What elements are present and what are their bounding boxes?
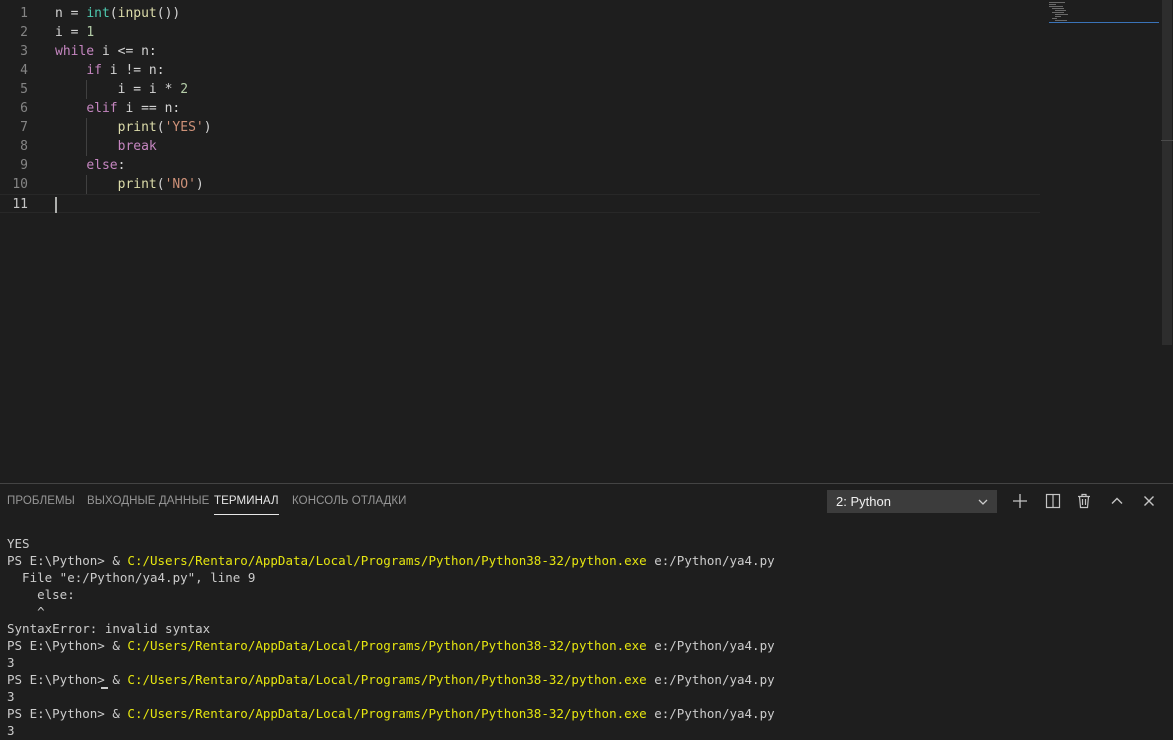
terminal-line: 3 <box>7 655 15 670</box>
line-number: 11 <box>12 197 28 212</box>
overview-ruler-mark <box>1161 140 1173 141</box>
tab-debug-console[interactable]: КОНСОЛЬ ОТЛАДКИ <box>292 495 407 507</box>
text-cursor <box>55 197 57 213</box>
code-line[interactable]: 10 print('NO') <box>0 175 1040 194</box>
kill-terminal-button[interactable] <box>1074 491 1094 511</box>
line-number: 9 <box>20 158 28 173</box>
close-icon <box>1144 496 1154 506</box>
tab-output[interactable]: ВЫХОДНЫЕ ДАННЫЕ <box>87 495 209 507</box>
terminal-cursor <box>101 687 108 689</box>
line-number: 4 <box>20 63 28 78</box>
chevron-up-icon <box>1111 497 1123 504</box>
code-text: if i != n: <box>86 63 165 78</box>
split-icon <box>1045 493 1061 509</box>
code-line[interactable]: 4 if i != n: <box>0 61 1040 80</box>
terminal-line: PS E:\Python> & C:/Users/Rentaro/AppData… <box>7 672 775 687</box>
editor-scrollbar[interactable] <box>1161 0 1173 483</box>
code-text: break <box>117 139 157 154</box>
code-line[interactable]: 3 while i <= n: <box>0 42 1040 61</box>
indent-guide <box>86 175 87 194</box>
code-line[interactable]: 7 print('YES') <box>0 118 1040 137</box>
code-line[interactable]: 6 elif i == n: <box>0 99 1040 118</box>
code-editor[interactable]: 1 n = int(input()) 2 i = 1 3 while i <= n: 4 i… <box>0 0 1173 483</box>
trash-icon <box>1078 493 1090 509</box>
bottom-panel: ПРОБЛЕМЫ ВЫХОДНЫЕ ДАННЫЕ ТЕРМИНАЛ КОНСОЛ… <box>0 483 1173 740</box>
code-text: elif i == n: <box>86 101 181 116</box>
line-number: 2 <box>20 25 28 40</box>
terminal-line: 3 <box>7 723 15 738</box>
code-text: n = int(input()) <box>55 6 181 21</box>
plus-icon <box>1013 494 1027 508</box>
chevron-down-icon <box>976 494 990 508</box>
indent-guide <box>86 118 87 156</box>
terminal-select-value: 2: Python <box>836 494 891 509</box>
code-line[interactable]: 9 else: <box>0 156 1040 175</box>
code-text: while i <= n: <box>55 44 157 59</box>
terminal-output[interactable]: YES PS E:\Python> & C:/Users/Rentaro/AppD… <box>7 535 1157 739</box>
terminal-line: PS E:\Python> & C:/Users/Rentaro/AppData… <box>7 553 775 568</box>
code-text: print('NO') <box>117 177 204 192</box>
terminal-line: PS E:\Python> & C:/Users/Rentaro/AppData… <box>7 638 775 653</box>
terminal-line: SyntaxError: invalid syntax <box>7 621 211 636</box>
split-terminal-button[interactable] <box>1043 491 1063 511</box>
minimap[interactable] <box>1049 2 1159 26</box>
code-text: else: <box>86 158 126 173</box>
scrollbar-thumb[interactable] <box>1162 0 1172 345</box>
terminal-line: File "e:/Python/ya4.py", line 9 <box>7 570 256 585</box>
close-panel-button[interactable] <box>1139 491 1159 511</box>
code-line[interactable]: 1 n = int(input()) <box>0 4 1040 23</box>
terminal-line: PS E:\Python> & C:/Users/Rentaro/AppData… <box>7 706 775 721</box>
tab-terminal[interactable]: ТЕРМИНАЛ <box>214 495 279 515</box>
line-number: 10 <box>12 177 28 192</box>
code-text: print('YES') <box>117 120 212 135</box>
line-number: 6 <box>20 101 28 116</box>
code-line[interactable]: 8 break <box>0 137 1040 156</box>
line-number: 3 <box>20 44 28 59</box>
new-terminal-button[interactable] <box>1010 491 1030 511</box>
terminal-line: else: <box>7 587 75 602</box>
terminal-select[interactable]: 2: Python <box>827 490 997 513</box>
terminal-line: 3 <box>7 689 15 704</box>
tab-problems[interactable]: ПРОБЛЕМЫ <box>7 495 75 507</box>
code-line[interactable]: 5 i = i * 2 <box>0 80 1040 99</box>
code-text: i = 1 <box>55 25 95 40</box>
terminal-line: YES <box>7 536 30 551</box>
code-line[interactable]: 2 i = 1 <box>0 23 1040 42</box>
code-line[interactable]: 11 <box>0 194 1040 213</box>
line-number: 7 <box>20 120 28 135</box>
indent-guide <box>86 80 87 99</box>
maximize-panel-button[interactable] <box>1107 491 1127 511</box>
line-number: 5 <box>20 82 28 97</box>
line-number: 8 <box>20 139 28 154</box>
code-text: i = i * 2 <box>55 82 189 97</box>
terminal-line: ^ <box>7 604 45 619</box>
line-number: 1 <box>20 6 28 21</box>
